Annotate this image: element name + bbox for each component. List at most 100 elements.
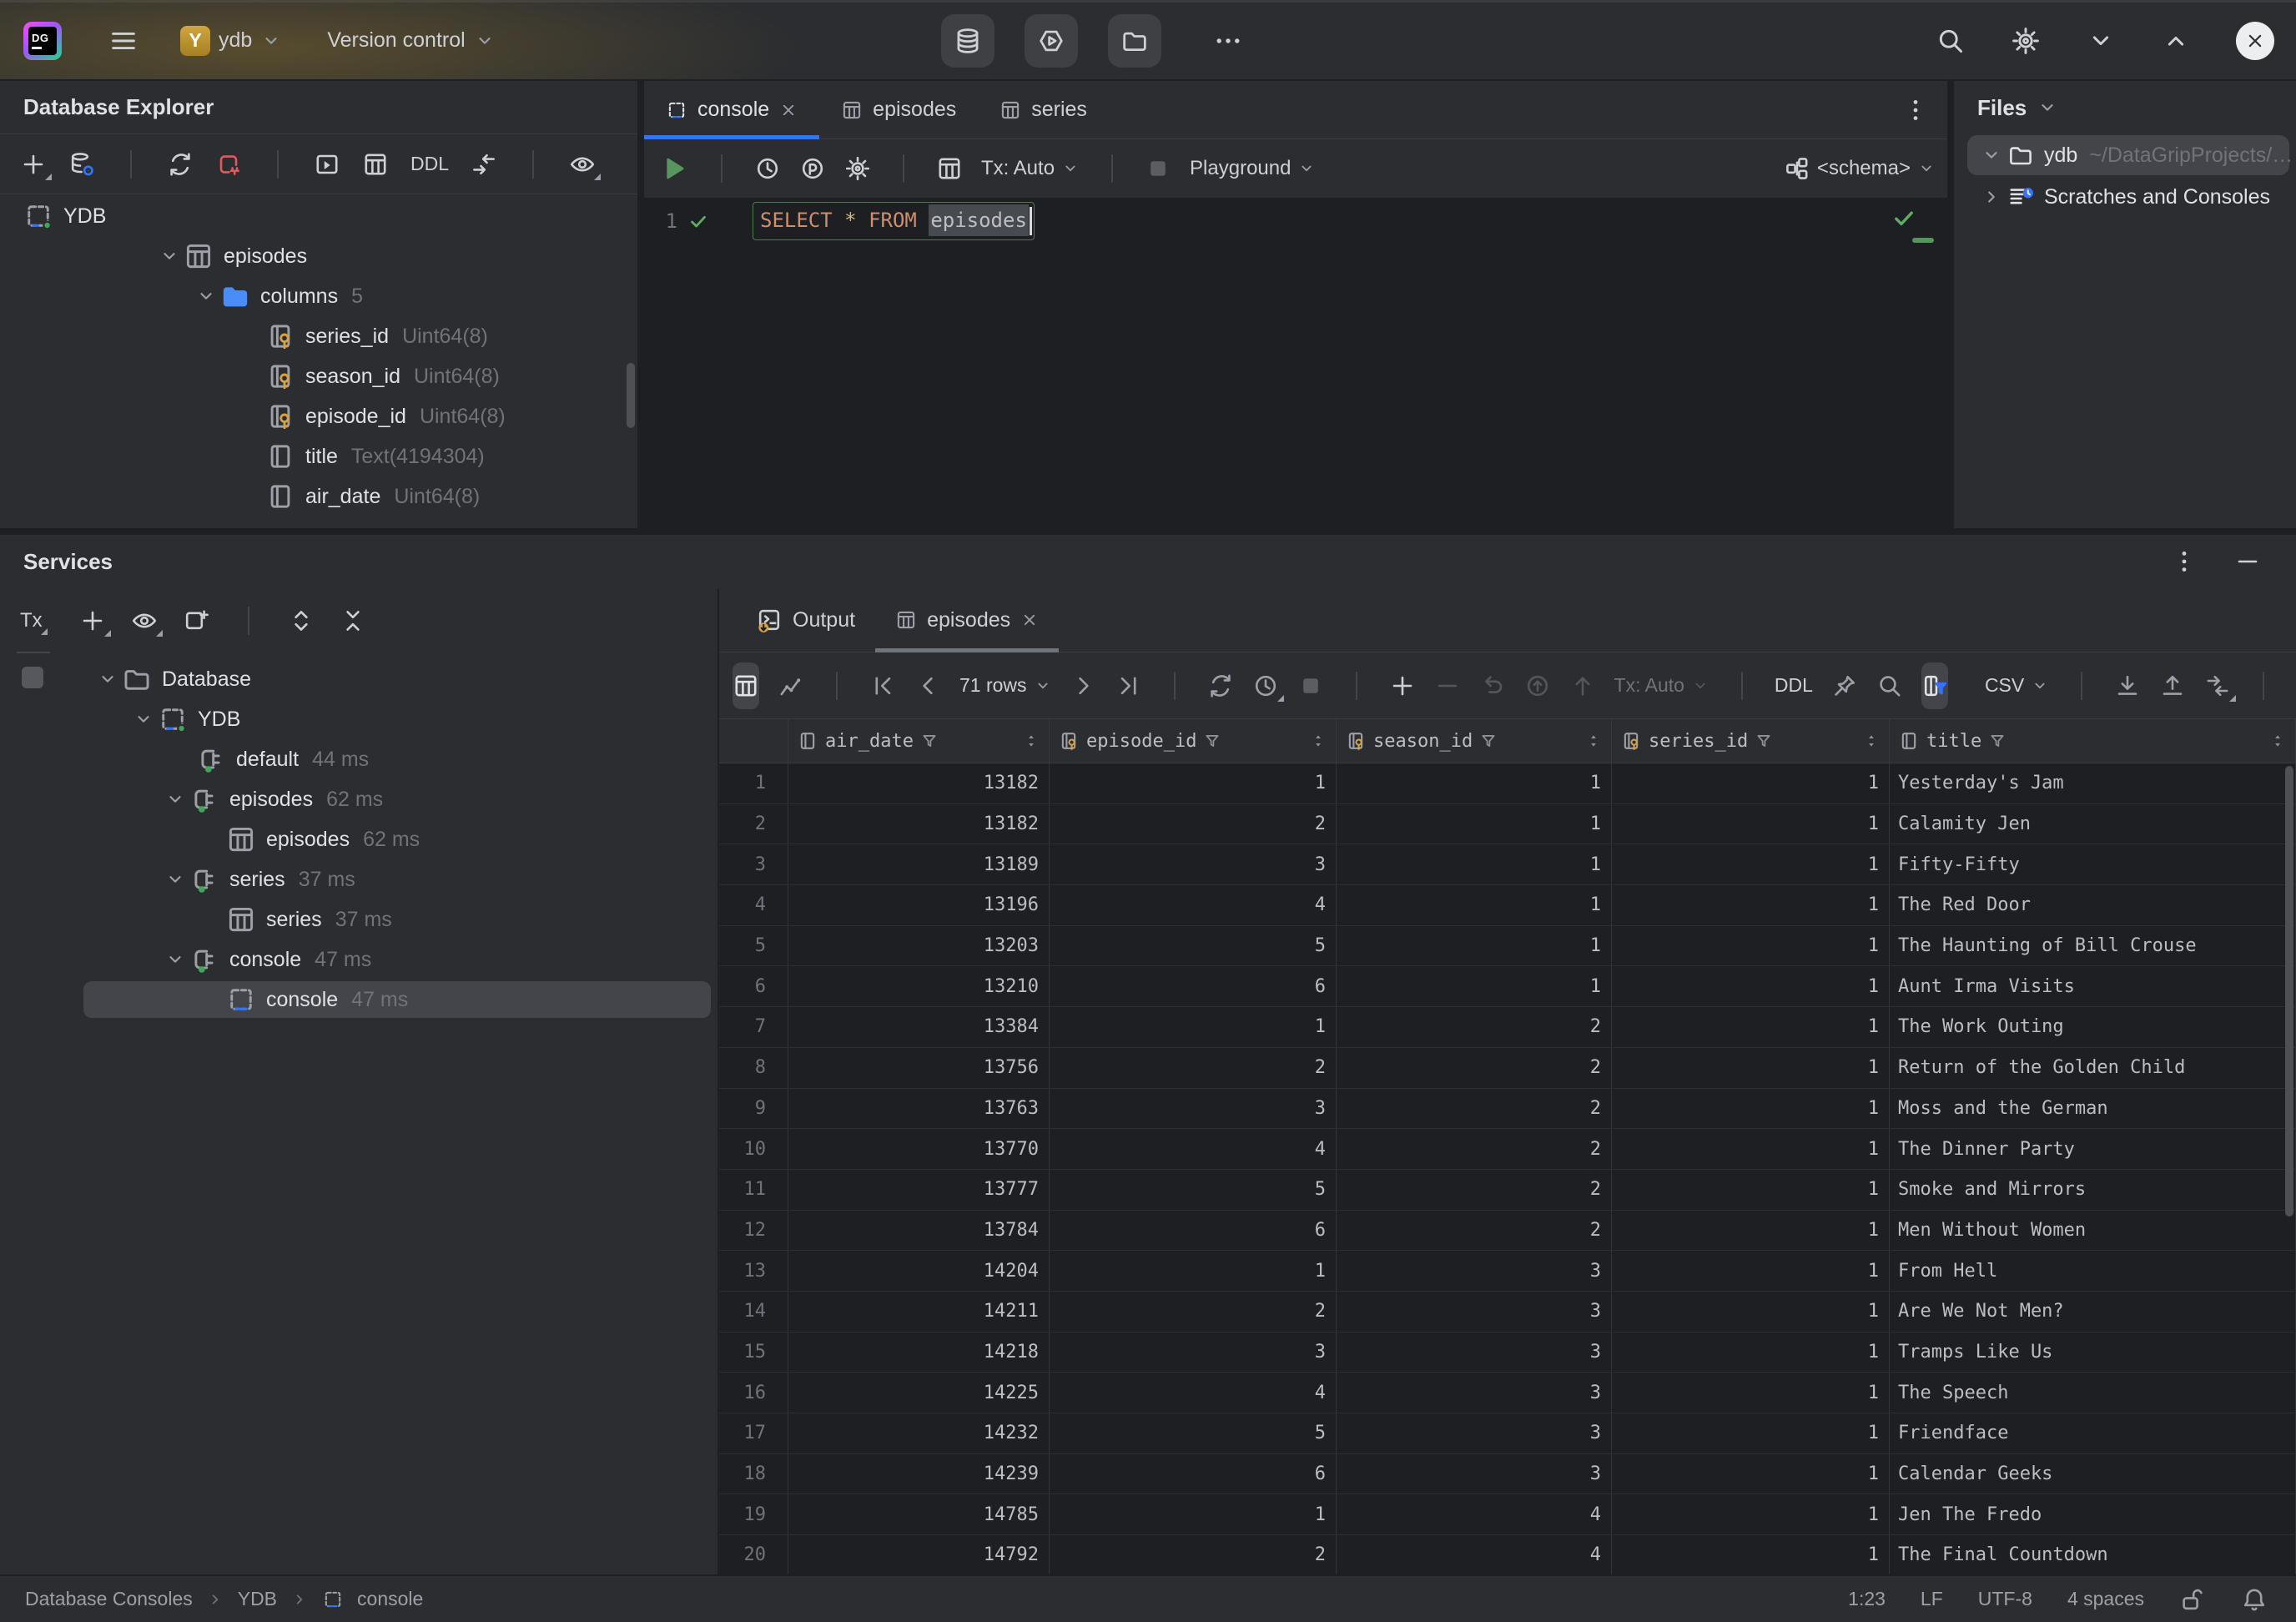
tree-item-episode_id[interactable]: episode_idUint64(8) bbox=[0, 396, 637, 436]
cell-season_id[interactable]: 1 bbox=[1337, 844, 1612, 884]
import-icon[interactable] bbox=[2114, 672, 2141, 699]
export-icon[interactable] bbox=[2159, 672, 2186, 699]
cell-air_date[interactable]: 14239 bbox=[788, 1454, 1050, 1494]
main-menu-icon[interactable] bbox=[108, 26, 138, 56]
open-table-icon[interactable] bbox=[362, 151, 389, 178]
cell-episode_id[interactable]: 4 bbox=[1050, 1129, 1337, 1169]
tree-item-series[interactable]: series37 ms bbox=[0, 899, 718, 939]
chevron-down-icon[interactable] bbox=[2037, 97, 2058, 118]
expand-all-icon[interactable] bbox=[288, 607, 315, 634]
inspections-ok-icon[interactable] bbox=[1891, 204, 1917, 231]
sort-arrows-icon[interactable] bbox=[1584, 732, 1603, 750]
add-datasource-icon[interactable] bbox=[20, 151, 47, 178]
filter-funnel-icon[interactable] bbox=[1755, 732, 1773, 750]
table-view-button[interactable] bbox=[733, 662, 759, 709]
chevron-down-icon[interactable] bbox=[129, 708, 158, 730]
cell-episode_id[interactable]: 1 bbox=[1050, 1494, 1337, 1534]
find-in-grid-icon[interactable] bbox=[1876, 672, 1903, 699]
window-expand-icon[interactable] bbox=[2161, 26, 2191, 56]
tab-output[interactable]: Output bbox=[736, 588, 875, 652]
parameters-icon[interactable] bbox=[799, 155, 826, 182]
cell-episode_id[interactable]: 1 bbox=[1050, 763, 1337, 803]
cell-air_date[interactable]: 13182 bbox=[788, 763, 1050, 803]
cell-episode_id[interactable]: 2 bbox=[1050, 804, 1337, 844]
cell-series_id[interactable]: 1 bbox=[1612, 1048, 1890, 1088]
open-in-new-tab-icon[interactable] bbox=[183, 607, 209, 634]
database-tool-button[interactable] bbox=[941, 14, 994, 68]
cell-episode_id[interactable]: 1 bbox=[1050, 1007, 1337, 1047]
close-tab-icon[interactable] bbox=[779, 101, 798, 119]
tree-item-console[interactable]: console47 ms bbox=[0, 939, 718, 980]
row-number[interactable]: 18 bbox=[719, 1454, 788, 1494]
row-number[interactable]: 12 bbox=[719, 1211, 788, 1251]
cell-title[interactable]: The Final Countdown bbox=[1890, 1535, 2296, 1574]
cell-air_date[interactable]: 13763 bbox=[788, 1089, 1050, 1129]
cell-season_id[interactable]: 1 bbox=[1337, 966, 1612, 1006]
row-number[interactable]: 16 bbox=[719, 1373, 788, 1413]
table-row[interactable]: 1514218331Tramps Like Us bbox=[719, 1332, 2296, 1373]
cell-series_id[interactable]: 1 bbox=[1612, 926, 1890, 966]
pin-tab-icon[interactable] bbox=[1831, 672, 1858, 699]
cell-episode_id[interactable]: 3 bbox=[1050, 1332, 1337, 1373]
row-number[interactable]: 11 bbox=[719, 1170, 788, 1210]
cell-title[interactable]: Friendface bbox=[1890, 1413, 2296, 1453]
cell-series_id[interactable]: 1 bbox=[1612, 1494, 1890, 1534]
cell-title[interactable]: The Red Door bbox=[1890, 885, 2296, 925]
tree-item-episodes[interactable]: episodes bbox=[0, 236, 637, 276]
cell-air_date[interactable]: 14204 bbox=[788, 1251, 1050, 1291]
row-number[interactable]: 19 bbox=[719, 1494, 788, 1534]
jump-to-ddl-icon[interactable] bbox=[471, 151, 497, 178]
cell-air_date[interactable]: 14211 bbox=[788, 1292, 1050, 1332]
tree-item-air_date[interactable]: air_dateUint64(8) bbox=[0, 476, 637, 516]
ddl-button[interactable]: DDL bbox=[410, 153, 449, 175]
close-window-button[interactable] bbox=[2236, 22, 2274, 60]
cell-episode_id[interactable]: 5 bbox=[1050, 1170, 1337, 1210]
table-row[interactable]: 1914785141Jen The Fredo bbox=[719, 1494, 2296, 1535]
filter-funnel-icon[interactable] bbox=[1203, 732, 1221, 750]
export-format-select[interactable]: CSV bbox=[1985, 674, 2049, 697]
cell-season_id[interactable]: 4 bbox=[1337, 1494, 1612, 1534]
close-tab-icon[interactable] bbox=[1020, 611, 1039, 629]
cell-series_id[interactable]: 1 bbox=[1612, 1211, 1890, 1251]
column-header-title[interactable]: title bbox=[1890, 719, 2296, 763]
cell-title[interactable]: From Hell bbox=[1890, 1251, 2296, 1291]
breadcrumb-item[interactable]: YDB bbox=[238, 1588, 277, 1610]
row-number[interactable]: 7 bbox=[719, 1007, 788, 1047]
settings-gear-icon[interactable] bbox=[2011, 26, 2041, 56]
cell-season_id[interactable]: 3 bbox=[1337, 1413, 1612, 1453]
cell-series_id[interactable]: 1 bbox=[1612, 804, 1890, 844]
chevron-right-icon[interactable] bbox=[1976, 186, 2007, 208]
more-actions-icon[interactable] bbox=[1213, 26, 1243, 56]
column-header-series_id[interactable]: series_id bbox=[1612, 719, 1890, 763]
cell-season_id[interactable]: 2 bbox=[1337, 1170, 1612, 1210]
cell-air_date[interactable]: 14225 bbox=[788, 1373, 1050, 1413]
cell-title[interactable]: Aunt Irma Visits bbox=[1890, 966, 2296, 1006]
cell-episode_id[interactable]: 3 bbox=[1050, 1089, 1337, 1129]
sql-editor[interactable]: 1 SELECT * FROM episodes bbox=[644, 198, 1947, 528]
cell-season_id[interactable]: 2 bbox=[1337, 1007, 1612, 1047]
cell-season_id[interactable]: 3 bbox=[1337, 1454, 1612, 1494]
cell-air_date[interactable]: 13384 bbox=[788, 1007, 1050, 1047]
cell-series_id[interactable]: 1 bbox=[1612, 1413, 1890, 1453]
refresh-icon[interactable] bbox=[167, 151, 194, 178]
cell-season_id[interactable]: 1 bbox=[1337, 804, 1612, 844]
tree-item-season_id[interactable]: season_idUint64(8) bbox=[0, 356, 637, 396]
row-number[interactable]: 10 bbox=[719, 1129, 788, 1169]
cell-episode_id[interactable]: 4 bbox=[1050, 885, 1337, 925]
add-row-icon[interactable] bbox=[1389, 672, 1416, 699]
cell-air_date[interactable]: 14785 bbox=[788, 1494, 1050, 1534]
row-number[interactable]: 17 bbox=[719, 1413, 788, 1453]
run-tool-button[interactable] bbox=[1025, 14, 1078, 68]
cell-episode_id[interactable]: 2 bbox=[1050, 1292, 1337, 1332]
cell-season_id[interactable]: 3 bbox=[1337, 1292, 1612, 1332]
cell-season_id[interactable]: 1 bbox=[1337, 763, 1612, 803]
sort-arrows-icon[interactable] bbox=[1309, 732, 1327, 750]
row-number[interactable]: 2 bbox=[719, 804, 788, 844]
cell-title[interactable]: The Dinner Party bbox=[1890, 1129, 2296, 1169]
row-number[interactable]: 13 bbox=[719, 1251, 788, 1291]
cell-air_date[interactable]: 14792 bbox=[788, 1535, 1050, 1574]
row-number[interactable]: 3 bbox=[719, 844, 788, 884]
cell-title[interactable]: Men Without Women bbox=[1890, 1211, 2296, 1251]
disconnect-icon[interactable] bbox=[215, 151, 242, 178]
tree-item-Database[interactable]: Database bbox=[0, 659, 718, 699]
